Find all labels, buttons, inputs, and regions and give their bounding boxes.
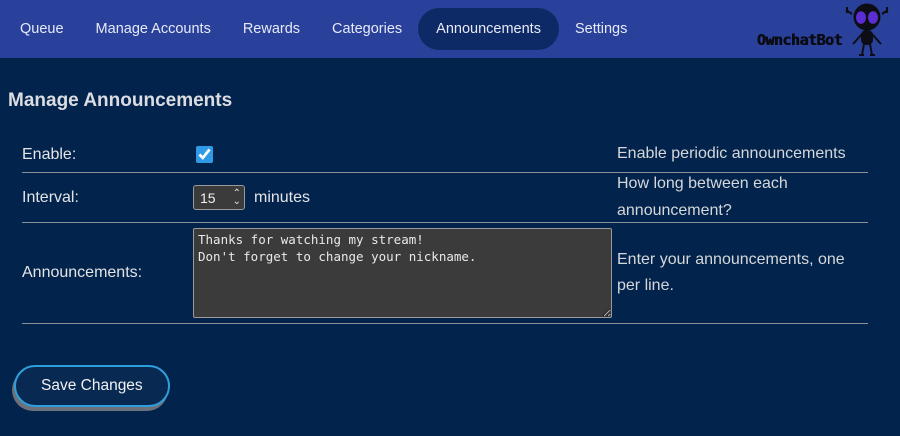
interval-stepper: ⌃ ⌄ — [233, 190, 241, 206]
enable-help-text: Enable periodic announcements — [617, 141, 868, 167]
nav-item-rewards[interactable]: Rewards — [227, 8, 316, 50]
ownchatbot-logo: OwnchatBot — [757, 0, 900, 58]
interval-help-text: How long between each announcement? — [617, 171, 868, 224]
page-title: Manage Announcements — [8, 90, 900, 112]
form-row-enable: Enable: Enable periodic announcements — [22, 137, 868, 173]
nav-item-settings[interactable]: Settings — [559, 8, 643, 50]
interval-label: Interval: — [22, 189, 193, 207]
enable-checkbox[interactable] — [196, 146, 213, 163]
nav-item-queue[interactable]: Queue — [4, 8, 80, 50]
nav-item-categories[interactable]: Categories — [316, 8, 418, 50]
announcements-label: Announcements: — [22, 264, 193, 282]
interval-value: 15 — [200, 190, 216, 206]
interval-input[interactable]: 15 ⌃ ⌄ — [193, 185, 245, 210]
top-navigation: Queue Manage Accounts Rewards Categories… — [0, 0, 900, 58]
announcements-help-text: Enter your announcements, one per line. — [617, 247, 868, 300]
announcements-textarea[interactable]: Thanks for watching my stream! Don't for… — [193, 228, 612, 318]
nav-item-manage-accounts[interactable]: Manage Accounts — [80, 8, 227, 50]
form-row-interval: Interval: 15 ⌃ ⌄ minutes How long betwee… — [22, 173, 868, 223]
save-changes-button[interactable]: Save Changes — [14, 365, 170, 407]
nav-item-announcements[interactable]: Announcements — [418, 8, 559, 50]
enable-label: Enable: — [22, 146, 193, 164]
stepper-down-icon[interactable]: ⌄ — [233, 198, 241, 206]
interval-unit-label: minutes — [254, 189, 310, 207]
announcements-form: Enable: Enable periodic announcements In… — [22, 137, 868, 324]
logo-wordmark: OwnchatBot — [757, 31, 842, 49]
form-row-announcements: Announcements: Thanks for watching my st… — [22, 223, 868, 324]
robot-mascot-icon — [844, 1, 890, 57]
